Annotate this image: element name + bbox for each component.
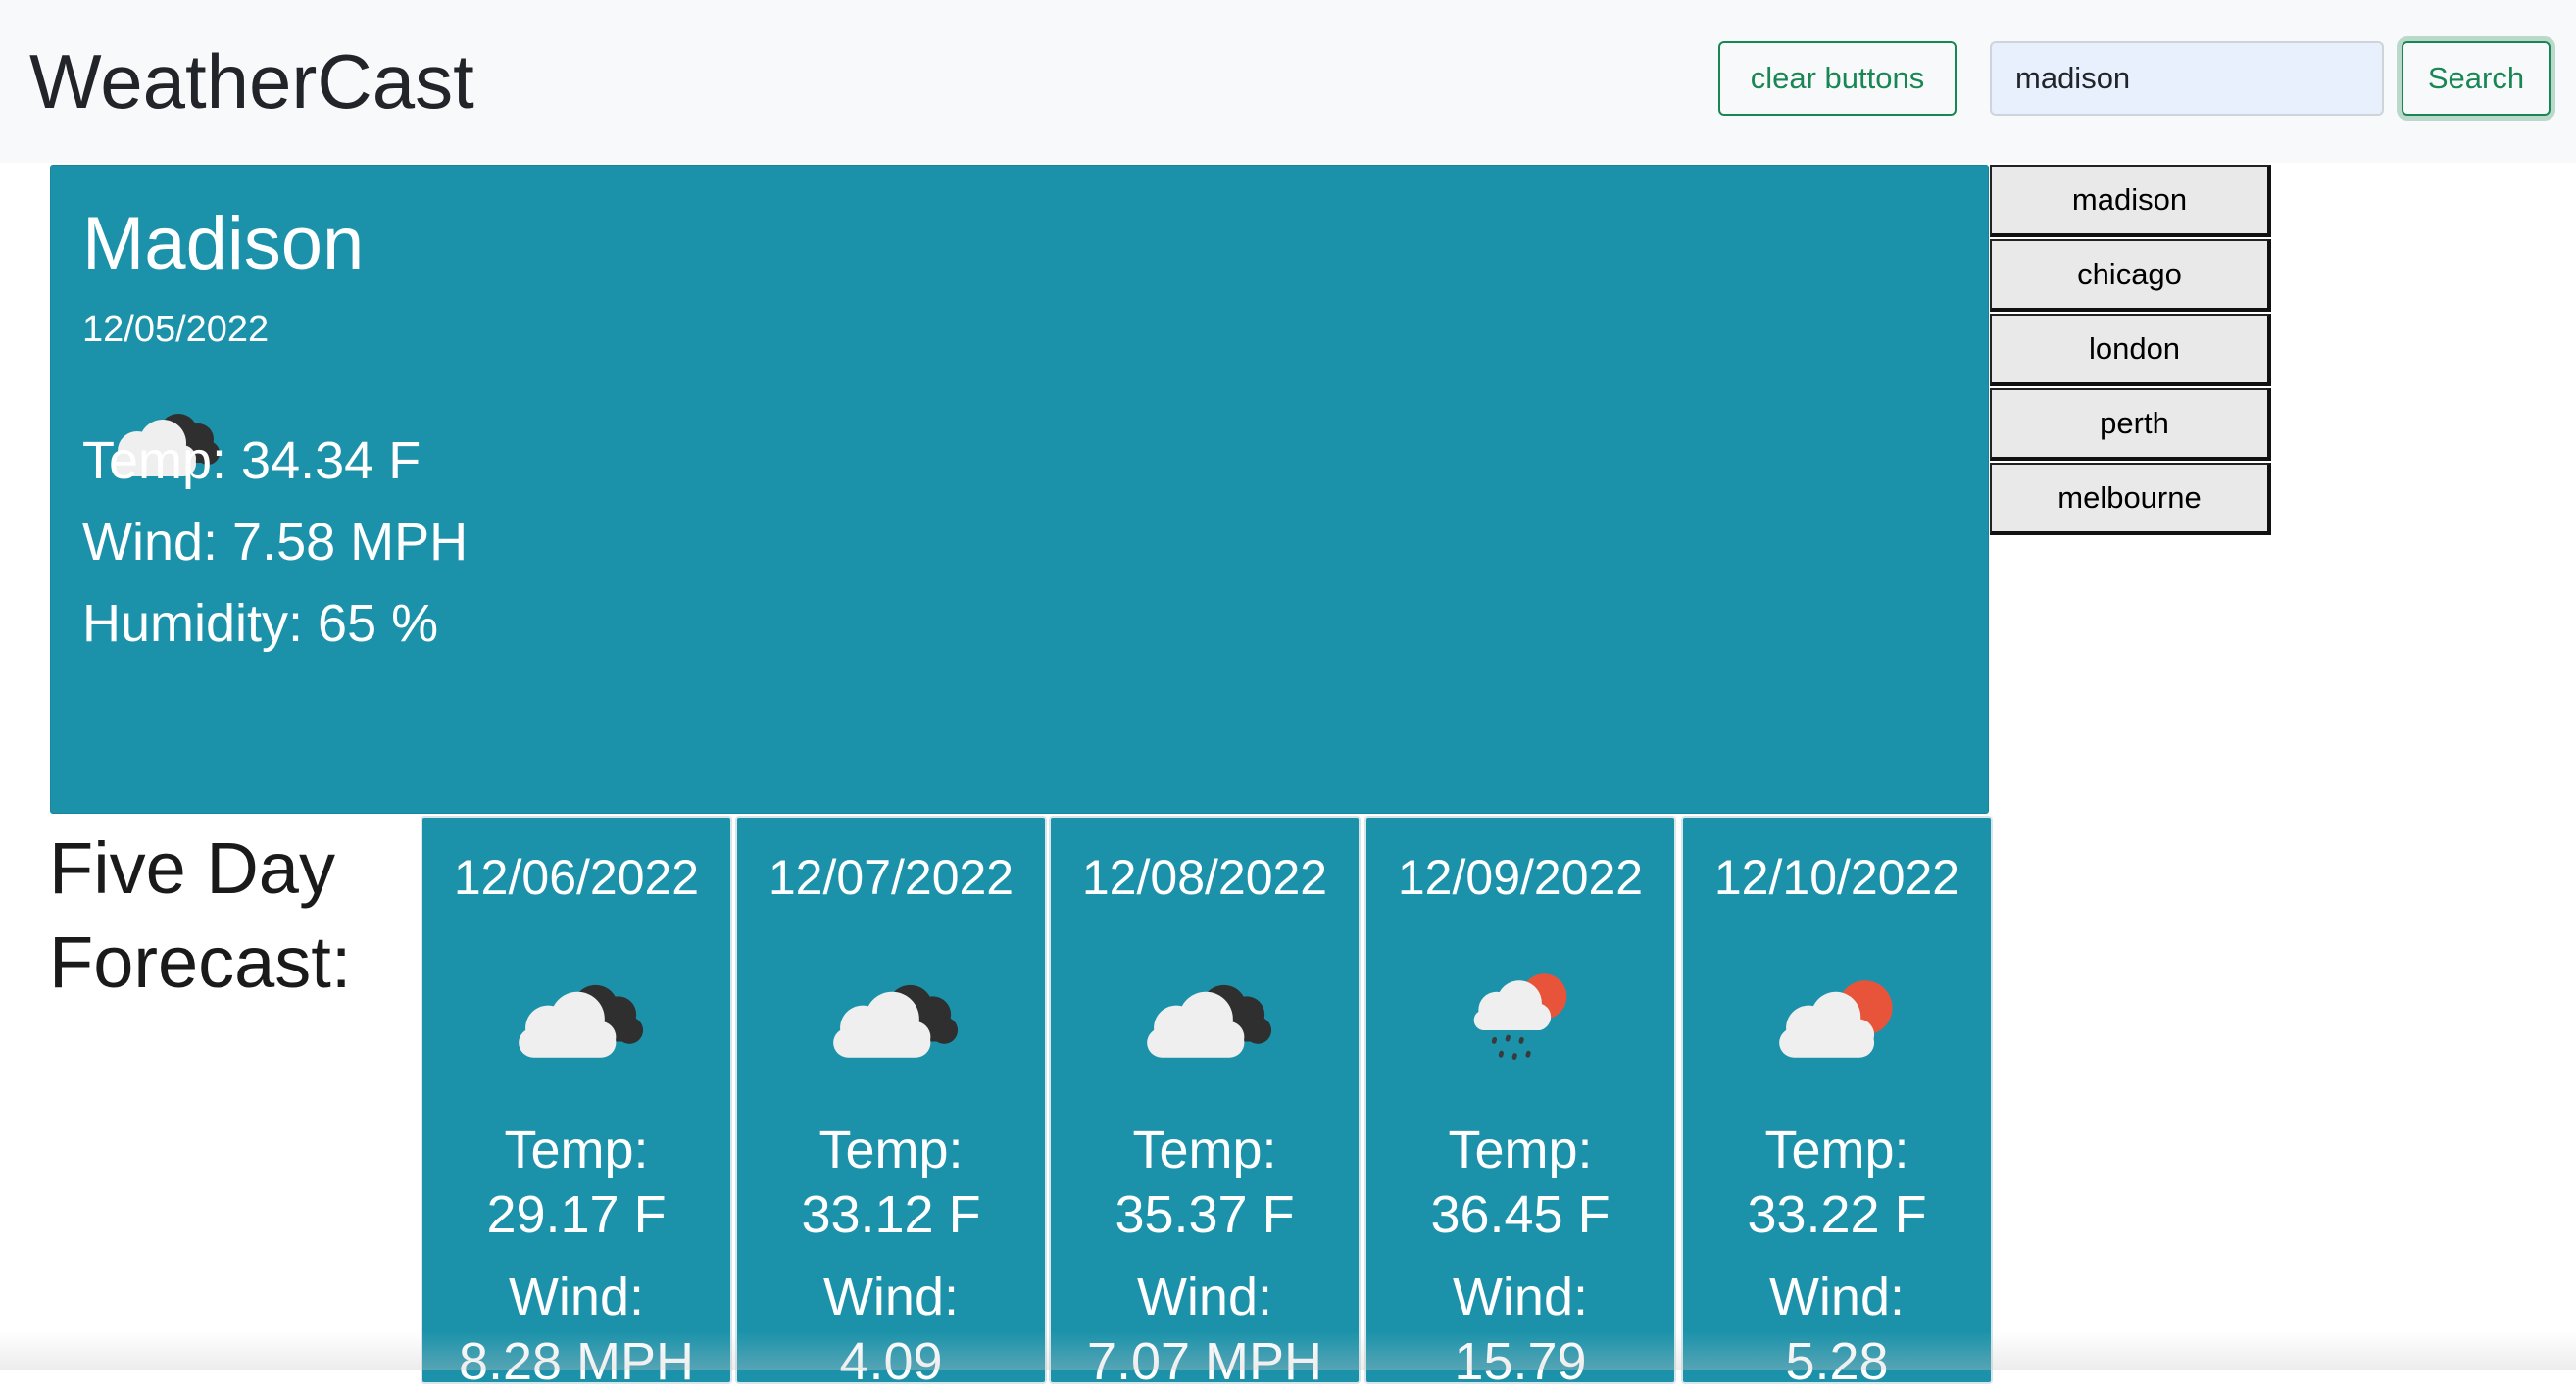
navbar: WeatherCast clear buttons madison Search — [0, 0, 2576, 163]
search-input[interactable]: madison — [1990, 41, 2384, 116]
forecast-temp-label: Temp: — [1448, 1120, 1593, 1179]
forecast-temp: 33.22 F — [1747, 1185, 1927, 1244]
forecast-card: 12/07/2022 Temp: 33.12 F Wind: 4.09 — [735, 816, 1047, 1391]
forecast-card: 12/08/2022 Temp: 35.37 F Wind: 7.07 MPH — [1049, 816, 1361, 1391]
forecast-temp-label: Temp: — [1132, 1120, 1277, 1179]
current-wind: Wind: 7.58 MPH — [82, 513, 469, 572]
forecast-date: 12/07/2022 — [768, 850, 1015, 905]
partly-cloudy-icon — [1683, 965, 1991, 1067]
forecast-temp: 29.17 F — [486, 1185, 667, 1244]
history-button-madison[interactable]: madison — [1990, 165, 2271, 237]
broken-clouds-icon — [422, 965, 730, 1067]
forecast-wind-label: Wind: — [822, 1268, 960, 1326]
forecast-date: 12/08/2022 — [1081, 850, 1328, 905]
current-temp: Temp: 34.34 F — [82, 431, 421, 490]
broken-clouds-icon — [1051, 965, 1359, 1067]
forecast-date: 12/09/2022 — [1397, 850, 1644, 905]
history-button-melbourne[interactable]: melbourne — [1990, 463, 2271, 535]
brand-title[interactable]: WeatherCast — [29, 37, 474, 125]
forecast-temp-label: Temp: — [1764, 1120, 1909, 1179]
forecast-temp: 35.37 F — [1115, 1185, 1295, 1244]
current-date: 12/05/2022 — [82, 309, 270, 350]
bottom-edge-shadow — [0, 1331, 2576, 1370]
forecast-wind-label: Wind: — [1452, 1268, 1589, 1326]
forecast-wind-label: Wind: — [508, 1268, 645, 1326]
forecast-wind-label: Wind: — [1136, 1268, 1273, 1326]
history-button-london[interactable]: london — [1990, 314, 2271, 386]
broken-clouds-icon — [737, 965, 1045, 1067]
forecast-heading: Five Day Forecast: — [49, 821, 351, 1010]
clear-buttons-button[interactable]: clear buttons — [1718, 41, 1957, 116]
forecast-wind-label: Wind: — [1768, 1268, 1906, 1326]
search-history: madison chicago london perth melbourne — [1990, 165, 2271, 537]
city-name: Madison — [82, 202, 365, 285]
search-button[interactable]: Search — [2402, 41, 2551, 116]
rain-sun-icon — [1366, 965, 1674, 1067]
forecast-temp: 33.12 F — [801, 1185, 981, 1244]
forecast-date: 12/06/2022 — [453, 850, 700, 905]
forecast-card: 12/10/2022 Temp: 33.22 F Wind: 5.28 — [1681, 816, 1993, 1391]
history-button-perth[interactable]: perth — [1990, 388, 2271, 461]
current-humidity: Humidity: 65 % — [82, 594, 439, 653]
forecast-date: 12/10/2022 — [1713, 850, 1960, 905]
forecast-temp: 36.45 F — [1430, 1185, 1610, 1244]
forecast-heading-line2: Forecast: — [49, 921, 352, 1003]
current-weather-card: Madison 12/05/2022 Temp: 34.34 F Wind: 7… — [50, 165, 1989, 814]
forecast-card: 12/09/2022 Temp: 36.45 F Wind: 15.79 — [1364, 816, 1676, 1391]
forecast-temp-label: Temp: — [818, 1120, 964, 1179]
forecast-heading-line1: Five Day — [49, 827, 335, 909]
forecast-temp-label: Temp: — [504, 1120, 649, 1179]
history-button-chicago[interactable]: chicago — [1990, 239, 2271, 312]
forecast-card: 12/06/2022 Temp: 29.17 F Wind: 8.28 MPH — [421, 816, 732, 1391]
